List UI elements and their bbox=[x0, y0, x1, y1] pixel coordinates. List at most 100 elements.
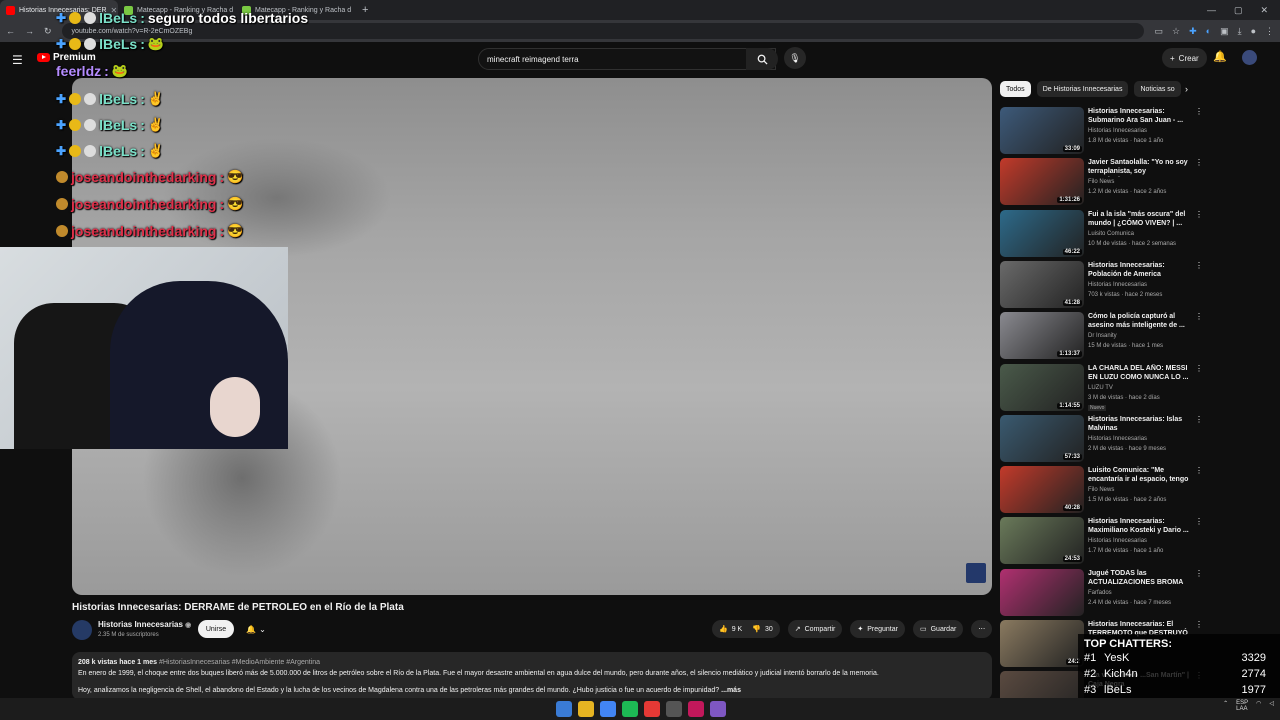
recommended-channel[interactable]: Dr Insanity bbox=[1088, 333, 1117, 339]
recommended-channel[interactable]: Historias Innecesarias bbox=[1088, 282, 1147, 288]
profile-icon[interactable]: ● bbox=[1251, 26, 1256, 37]
search-button[interactable] bbox=[746, 48, 778, 70]
download-icon[interactable]: ⤓ bbox=[1238, 26, 1242, 37]
description-hashtags[interactable]: #HistoriasInnecesarias #MedioAmbiente #A… bbox=[159, 659, 320, 666]
show-more-link[interactable]: ...más bbox=[721, 687, 741, 694]
video-thumbnail[interactable]: 41:28 bbox=[1000, 260, 1084, 308]
channel-watermark[interactable] bbox=[966, 563, 986, 583]
video-thumbnail[interactable]: 1:13:37 bbox=[1000, 312, 1084, 360]
taskbar-app-icon[interactable] bbox=[556, 701, 572, 717]
maximize-icon[interactable]: ▢ bbox=[1234, 5, 1243, 16]
recommended-title[interactable]: Historias Innecesarias: Islas Malvinas bbox=[1088, 415, 1190, 433]
recommended-title[interactable]: Historias Innecesarias: Maximiliano Kost… bbox=[1088, 517, 1190, 535]
recommended-channel[interactable]: Filo News bbox=[1088, 487, 1114, 493]
ask-button[interactable]: ✦ Preguntar bbox=[850, 620, 905, 638]
recommended-channel[interactable]: Filo News bbox=[1088, 179, 1114, 185]
more-vertical-icon[interactable]: ⋮ bbox=[1195, 158, 1203, 167]
voice-search-button[interactable]: 🎙 bbox=[784, 47, 806, 69]
share-button[interactable]: ↗ Compartir bbox=[787, 620, 843, 638]
taskbar-app-icon[interactable] bbox=[666, 701, 682, 717]
search-input[interactable]: minecraft reimagend terra ✕ bbox=[478, 48, 776, 70]
puzzle-icon[interactable]: ▣ bbox=[1220, 26, 1229, 37]
chevron-up-icon[interactable]: ⌃ bbox=[1223, 700, 1228, 712]
chip-all[interactable]: Todos bbox=[1000, 81, 1031, 97]
volume-icon[interactable]: ◁ bbox=[1269, 700, 1274, 712]
network-icon[interactable]: ◠ bbox=[1256, 700, 1261, 712]
recommended-video[interactable]: 57:33 Historias Innecesarias: Islas Malvi… bbox=[1000, 414, 1203, 463]
notifications-bell-icon[interactable]: 🔔 bbox=[1213, 50, 1227, 63]
more-vertical-icon[interactable]: ⋮ bbox=[1195, 210, 1203, 219]
recommended-video[interactable]: 1:31:26 Javier Santaolalla: "Yo no soy te… bbox=[1000, 158, 1203, 206]
recommended-video[interactable]: 1:13:37 Cómo la policía capturó al asesin… bbox=[1000, 312, 1203, 360]
subscription-bell-button[interactable]: 🔔 ⌄ bbox=[240, 620, 272, 638]
more-vertical-icon[interactable]: ⋮ bbox=[1195, 364, 1203, 373]
recommended-video[interactable]: 24:53 Historias Innecesarias: Maximiliano… bbox=[1000, 517, 1203, 565]
reload-icon[interactable]: ↻ bbox=[44, 26, 52, 37]
video-thumbnail[interactable]: 40:28 bbox=[1000, 466, 1084, 514]
recommended-video[interactable]: 33:09 Historias Innecesarias: Submarino A… bbox=[1000, 107, 1203, 155]
recommended-video[interactable]: 1:14:55 LA CHARLA DEL AÑO: MESSI EN LUZU … bbox=[1000, 363, 1203, 412]
more-vertical-icon[interactable]: ⋮ bbox=[1195, 107, 1203, 116]
create-button[interactable]: + Crear bbox=[1162, 48, 1207, 68]
more-vertical-icon[interactable]: ⋮ bbox=[1195, 620, 1203, 629]
join-button[interactable]: Unirse bbox=[198, 620, 234, 638]
recommended-title[interactable]: Jugué TODAS las ACTUALIZACIONES BROMA d.… bbox=[1088, 569, 1190, 588]
taskbar-app-icon[interactable] bbox=[622, 701, 638, 717]
recommended-video[interactable]: Jugué TODAS las ACTUALIZACIONES BROMA d.… bbox=[1000, 568, 1203, 617]
more-vertical-icon[interactable]: ⋮ bbox=[1195, 415, 1203, 424]
taskbar-app-icon[interactable] bbox=[644, 701, 660, 717]
recommended-title[interactable]: Javier Santaolalla: "Yo no soy terraplan… bbox=[1088, 158, 1190, 177]
extension-icon[interactable]: ◐ bbox=[1206, 26, 1211, 37]
taskbar-app-icon[interactable] bbox=[600, 701, 616, 717]
taskbar-app-icon[interactable] bbox=[688, 701, 704, 717]
video-thumbnail[interactable]: 24:2 bbox=[1000, 620, 1084, 667]
video-thumbnail[interactable]: 57:33 bbox=[1000, 414, 1084, 462]
more-vertical-icon[interactable]: ⋮ bbox=[1195, 261, 1203, 270]
thumbs-down-icon[interactable]: 👎 bbox=[752, 625, 761, 633]
video-thumbnail[interactable]: 33:09 bbox=[1000, 107, 1084, 154]
browser-menu-icon[interactable]: ⋮ bbox=[1265, 26, 1274, 37]
close-window-icon[interactable]: ✕ bbox=[1260, 5, 1268, 16]
hamburger-menu-icon[interactable]: ☰ bbox=[12, 53, 23, 67]
video-thumbnail[interactable] bbox=[1000, 568, 1084, 616]
channel-avatar[interactable] bbox=[72, 620, 92, 640]
more-vertical-icon[interactable]: ⋮ bbox=[1195, 569, 1203, 578]
recommended-video[interactable]: 40:28 Luisito Comunica: "Me encantaría ir… bbox=[1000, 466, 1203, 514]
recommended-channel[interactable]: Farfados bbox=[1088, 590, 1112, 596]
video-description[interactable]: 208 k vistas hace 1 mes #HistoriasInnece… bbox=[72, 652, 992, 700]
chevron-right-icon[interactable]: › bbox=[1185, 84, 1188, 94]
back-icon[interactable]: ← bbox=[6, 26, 15, 36]
keyboard-language[interactable]: ESP LAA bbox=[1236, 700, 1248, 712]
cast-icon[interactable]: ▭ bbox=[1154, 26, 1163, 37]
minimize-icon[interactable]: — bbox=[1207, 5, 1216, 16]
video-thumbnail[interactable]: 1:31:26 bbox=[1000, 158, 1084, 206]
new-tab-button[interactable]: + bbox=[354, 4, 376, 16]
recommended-title[interactable]: Historias Innecesarias: Población de Ame… bbox=[1088, 261, 1190, 279]
more-vertical-icon[interactable]: ⋮ bbox=[1195, 517, 1203, 526]
recommended-channel[interactable]: Historias Innecesarias bbox=[1088, 436, 1147, 442]
recommended-title[interactable]: Cómo la policía capturó al asesino más i… bbox=[1088, 312, 1190, 330]
forward-icon[interactable]: → bbox=[25, 26, 34, 36]
youtube-logo[interactable]: Premium bbox=[37, 52, 96, 63]
chip-from-channel[interactable]: De Historias Innecesarias bbox=[1036, 81, 1129, 97]
recommended-channel[interactable]: Historias Innecesarias bbox=[1088, 538, 1147, 544]
recommended-title[interactable]: LA CHARLA DEL AÑO: MESSI EN LUZU COMO NU… bbox=[1088, 364, 1190, 382]
account-avatar[interactable] bbox=[1242, 50, 1257, 65]
like-button[interactable]: 👍 9 K 👎 30 bbox=[712, 620, 780, 638]
taskbar-app-icon[interactable] bbox=[578, 701, 594, 717]
more-actions-button[interactable]: ⋯ bbox=[971, 620, 993, 638]
bookmark-star-icon[interactable]: ☆ bbox=[1172, 26, 1180, 37]
video-thumbnail[interactable]: 24:53 bbox=[1000, 517, 1084, 565]
more-vertical-icon[interactable]: ⋮ bbox=[1195, 312, 1203, 321]
video-thumbnail[interactable]: 1:14:55 bbox=[1000, 363, 1084, 411]
recommended-channel[interactable]: LUZU TV bbox=[1088, 385, 1113, 391]
recommended-title[interactable]: Luisito Comunica: "Me encantaría ir al e… bbox=[1088, 466, 1190, 485]
recommended-channel[interactable]: Historias Innecesarias bbox=[1088, 128, 1147, 134]
save-button[interactable]: ▭ Guardar bbox=[912, 620, 964, 638]
chip-news[interactable]: Noticias so bbox=[1134, 81, 1181, 97]
channel-name[interactable]: Historias Innecesarias ◉ bbox=[98, 620, 191, 629]
recommended-title[interactable]: Historias Innecesarias: Submarino Ara Sa… bbox=[1088, 107, 1190, 125]
more-vertical-icon[interactable]: ⋮ bbox=[1195, 466, 1203, 475]
recommended-video[interactable]: 41:28 Historias Innecesarias: Población d… bbox=[1000, 260, 1203, 309]
recommended-title[interactable]: Fui a la isla "más oscura" del mundo | ¿… bbox=[1088, 210, 1190, 228]
